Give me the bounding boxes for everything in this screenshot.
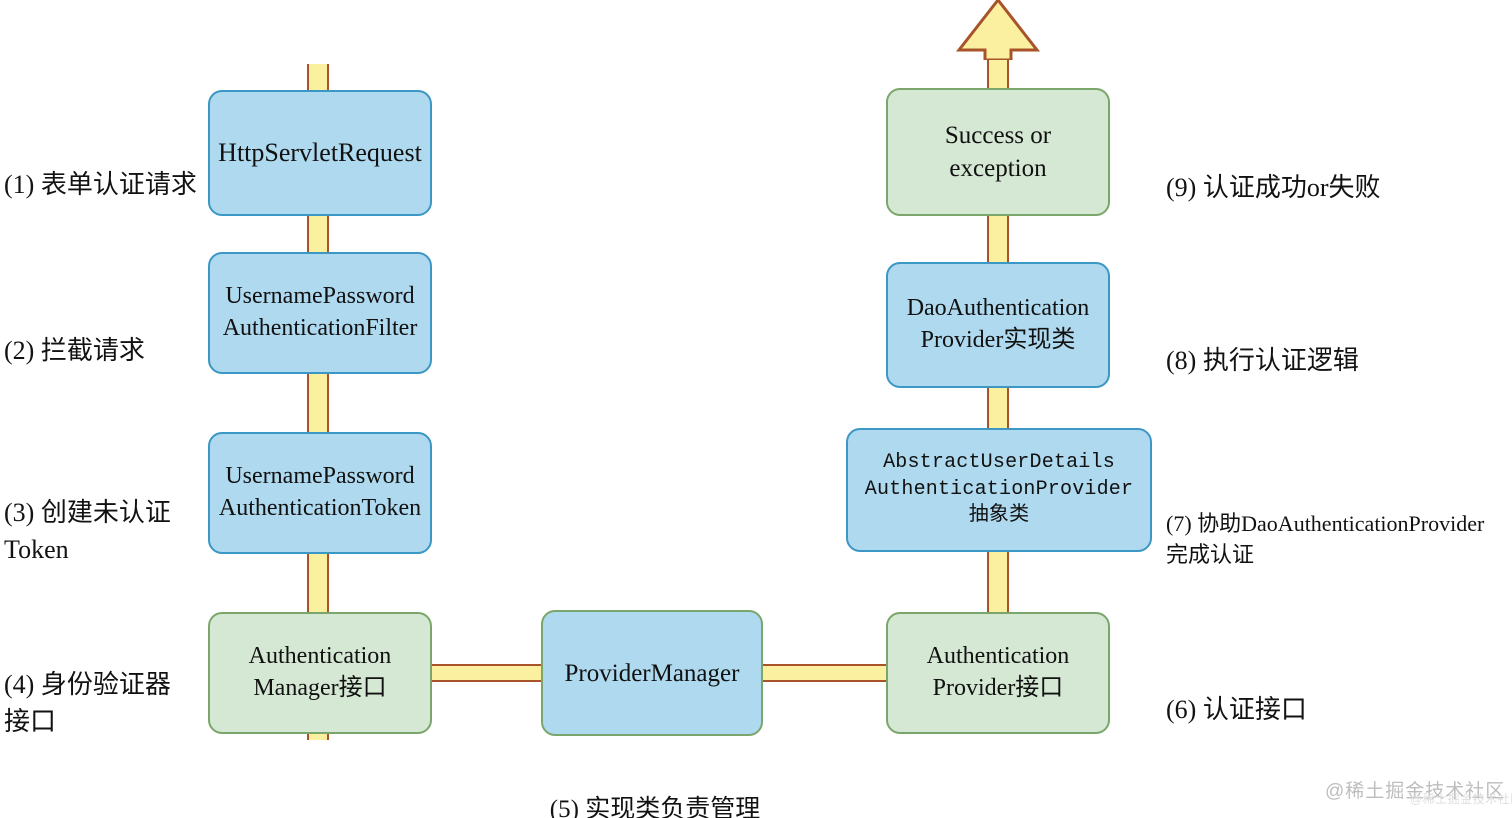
- caption-text: (6) 认证接口: [1166, 694, 1307, 724]
- node-dao-authentication-provider[interactable]: DaoAuthentication Provider实现类: [886, 262, 1110, 388]
- node-label: UsernamePassword AuthenticationFilter: [222, 283, 418, 341]
- diagram-canvas: HttpServletRequest UsernamePassword Auth…: [0, 0, 1512, 818]
- node-label: UsernamePassword AuthenticationToken: [218, 463, 422, 521]
- node-abstract-user-details-authentication-provider[interactable]: AbstractUserDetails AuthenticationProvid…: [846, 428, 1152, 552]
- node-label: Authentication Provider接口: [926, 643, 1070, 701]
- node-label: HttpServletRequest: [218, 137, 422, 167]
- caption-text: (7) 协助DaoAuthenticationProvider 完成认证: [1166, 511, 1485, 568]
- watermark-ghost-text: @稀土掘金技术社区: [1410, 792, 1512, 806]
- caption-text: (3) 创建未认证 Token: [4, 497, 171, 564]
- flow-output-arrow-icon: [955, 0, 1041, 60]
- node-http-servlet-request[interactable]: HttpServletRequest: [208, 90, 432, 216]
- node-success-or-exception[interactable]: Success or exception: [886, 88, 1110, 216]
- caption-step-2: (2) 拦截请求: [4, 296, 204, 407]
- node-authentication-provider[interactable]: Authentication Provider接口: [886, 612, 1110, 734]
- node-provider-manager[interactable]: ProviderManager: [541, 610, 763, 736]
- caption-step-7: (7) 协助DaoAuthenticationProvider 完成认证: [1166, 477, 1512, 602]
- caption-text: (5) 实现类负责管理 AuthenticationProviders: [549, 795, 761, 818]
- caption-step-6: (6) 认证接口: [1166, 655, 1466, 766]
- node-username-password-authentication-token[interactable]: UsernamePassword AuthenticationToken: [208, 432, 432, 554]
- connector-manager-to-providermanager: [424, 664, 550, 682]
- caption-text: (1) 表单认证请求: [4, 169, 197, 199]
- caption-step-1: (1) 表单认证请求: [4, 130, 204, 241]
- node-authentication-manager[interactable]: Authentication Manager接口: [208, 612, 432, 734]
- caption-text: (2) 拦截请求: [4, 335, 145, 365]
- caption-step-4: (4) 身份验证器 接口: [4, 630, 204, 778]
- caption-text: (9) 认证成功or失败: [1166, 172, 1381, 202]
- node-label: Authentication Manager接口: [248, 643, 392, 701]
- watermark-ghost: @稀土掘金技术社区: [1410, 790, 1512, 807]
- node-label: ProviderManager: [564, 659, 740, 687]
- caption-step-8: (8) 执行认证逻辑: [1166, 306, 1466, 417]
- caption-step-5: (5) 实现类负责管理 AuthenticationProviders: [520, 756, 790, 818]
- caption-text: (4) 身份验证器 接口: [4, 669, 171, 736]
- caption-step-9: (9) 认证成功or失败: [1166, 133, 1466, 244]
- node-username-password-authentication-filter[interactable]: UsernamePassword AuthenticationFilter: [208, 252, 432, 374]
- node-label: AbstractUserDetails AuthenticationProvid…: [864, 451, 1134, 528]
- node-label: Success or exception: [944, 122, 1052, 182]
- caption-text: (8) 执行认证逻辑: [1166, 345, 1359, 375]
- connector-providermanager-to-provider: [756, 664, 894, 682]
- caption-step-3: (3) 创建未认证 Token: [4, 458, 204, 606]
- node-label: DaoAuthentication Provider实现类: [906, 295, 1090, 353]
